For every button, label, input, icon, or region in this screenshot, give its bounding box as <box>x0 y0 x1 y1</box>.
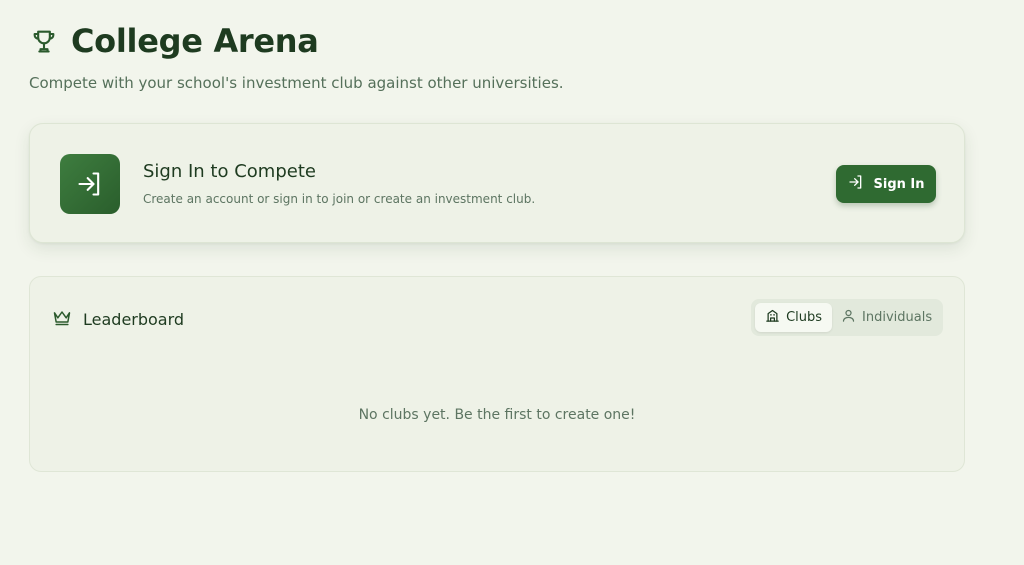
leaderboard-title: Leaderboard <box>83 309 185 329</box>
tab-individuals[interactable]: Individuals <box>834 303 939 332</box>
user-icon <box>841 308 856 327</box>
page-title: College Arena <box>71 22 319 60</box>
signin-title: Sign In to Compete <box>143 161 316 182</box>
trophy-icon <box>29 26 59 56</box>
tab-clubs[interactable]: Clubs <box>755 303 833 332</box>
sign-in-button-label: Sign In <box>873 176 925 192</box>
tab-clubs-label: Clubs <box>786 310 823 325</box>
signin-card: Sign In to Compete Create an account or … <box>29 123 965 243</box>
building-icon <box>765 308 780 327</box>
leaderboard-card: Leaderboard Clubs Individuals No clubs y… <box>29 276 965 472</box>
page-subtitle: Compete with your school's investment cl… <box>29 74 564 92</box>
signin-description: Create an account or sign in to join or … <box>143 192 536 206</box>
tab-individuals-label: Individuals <box>862 310 933 325</box>
leaderboard-tabs: Clubs Individuals <box>751 299 943 336</box>
empty-state-message: No clubs yet. Be the first to create one… <box>358 407 636 423</box>
page-header: College Arena Compete with your school's… <box>29 22 564 92</box>
login-icon <box>60 154 120 214</box>
leaderboard-header: Leaderboard <box>52 307 184 331</box>
sign-in-button[interactable]: Sign In <box>836 165 936 203</box>
crown-icon <box>52 307 72 331</box>
login-icon <box>848 174 864 194</box>
